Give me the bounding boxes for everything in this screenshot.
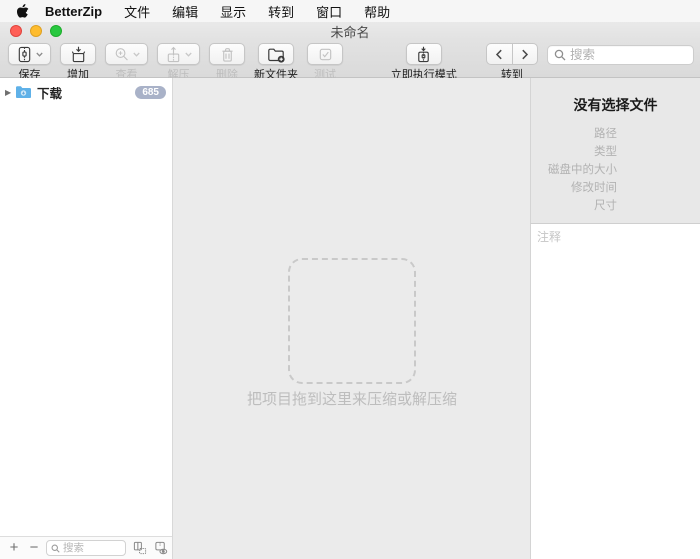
inspector-title: 没有选择文件 (573, 97, 658, 113)
comments-area[interactable]: 注释 (530, 223, 700, 559)
magnifier-document-icon (113, 46, 130, 63)
sidebar-search-input[interactable] (63, 542, 121, 554)
toolbar-search[interactable] (546, 45, 694, 65)
sidebar-bottom-bar: + − (0, 536, 172, 559)
search-icon (51, 544, 60, 553)
archive-drop-area[interactable]: 把项目拖到这里来压缩或解压缩 (174, 78, 530, 559)
menu-item-go[interactable]: 转到 (268, 2, 294, 21)
item-count-badge: 685 (135, 85, 166, 99)
extract-button[interactable]: 解压 (157, 43, 200, 82)
new-folder-button[interactable]: 新文件夹 (254, 43, 298, 82)
immediate-mode-button[interactable]: 立即执行模式 (391, 43, 457, 82)
new-folder-icon (267, 46, 286, 63)
remove-archive-button[interactable]: − (26, 540, 42, 555)
window-title: 未命名 (330, 24, 370, 40)
inspector-fields: 路径 类型 磁盘中的大小 修改时间 尺寸 (531, 125, 700, 215)
view-button[interactable]: 查看 (105, 43, 148, 82)
inspector-panel: 没有选择文件 路径 类型 磁盘中的大小 修改时间 尺寸 注释 (530, 78, 700, 559)
add-archive-button[interactable]: + (6, 540, 22, 555)
menu-item-file[interactable]: 文件 (124, 2, 150, 21)
menu-item-window[interactable]: 窗口 (316, 2, 342, 21)
toolbar: 保存 增加 查看 解压 删除 新文件夹 测试 立即执行模式 转到 搜索 (0, 40, 700, 81)
window-content: ▶ 下载 685 + − 搜索 把项目拖到这里来压缩或解压缩 没有选择文件 路径… (0, 78, 700, 559)
menu-bar: BetterZip 文件 编辑 显示 转到 窗口 帮助 (0, 0, 700, 22)
chevron-down-icon (36, 52, 43, 57)
title-bar: 未命名 (0, 22, 700, 40)
back-button[interactable] (485, 43, 512, 65)
search-icon (554, 49, 566, 61)
add-button[interactable]: 增加 (60, 43, 96, 82)
chevron-down-icon (185, 52, 192, 57)
sidebar-search[interactable] (46, 540, 126, 556)
checkbox-icon (317, 46, 334, 63)
add-to-archive-icon (70, 46, 87, 63)
field-label-dimensions: 尺寸 (594, 200, 617, 212)
chevron-down-icon (133, 52, 140, 57)
field-label-size-on-disk: 磁盘中的大小 (548, 164, 617, 176)
delete-button[interactable]: 删除 (209, 43, 245, 82)
disclosure-triangle-icon[interactable]: ▶ (5, 88, 15, 97)
drop-caption: 把项目拖到这里来压缩或解压缩 (246, 391, 457, 408)
goto-control: 转到 (485, 43, 538, 82)
drop-zone[interactable] (288, 258, 416, 384)
flatten-view-icon[interactable] (133, 541, 147, 555)
save-button[interactable]: 保存 (8, 43, 51, 82)
comments-placeholder: 注释 (537, 230, 562, 244)
field-label-modified: 修改时间 (571, 182, 617, 194)
menu-item-help[interactable]: 帮助 (364, 2, 390, 21)
menu-item-edit[interactable]: 编辑 (172, 2, 198, 21)
sidebar: ▶ 下载 685 + − (0, 78, 173, 559)
file-info-section: 没有选择文件 路径 类型 磁盘中的大小 修改时间 尺寸 (530, 78, 700, 223)
field-label-path: 路径 (594, 128, 617, 140)
apple-icon[interactable] (16, 3, 29, 19)
immediate-mode-icon (415, 46, 432, 63)
trash-icon (219, 46, 236, 63)
sidebar-item-downloads[interactable]: ▶ 下载 685 (0, 81, 172, 103)
sidebar-item-label: 下载 (37, 86, 63, 101)
menu-app-name[interactable]: BetterZip (45, 4, 102, 19)
forward-button[interactable] (511, 43, 538, 65)
test-button[interactable]: 测试 (307, 43, 343, 82)
download-folder-icon (15, 85, 32, 99)
zip-archive-icon (16, 46, 33, 63)
search-input[interactable] (569, 48, 687, 62)
field-label-type: 类型 (594, 146, 617, 158)
menu-item-view[interactable]: 显示 (220, 2, 246, 21)
preview-eye-icon[interactable] (154, 541, 168, 555)
extract-archive-icon (165, 46, 182, 63)
